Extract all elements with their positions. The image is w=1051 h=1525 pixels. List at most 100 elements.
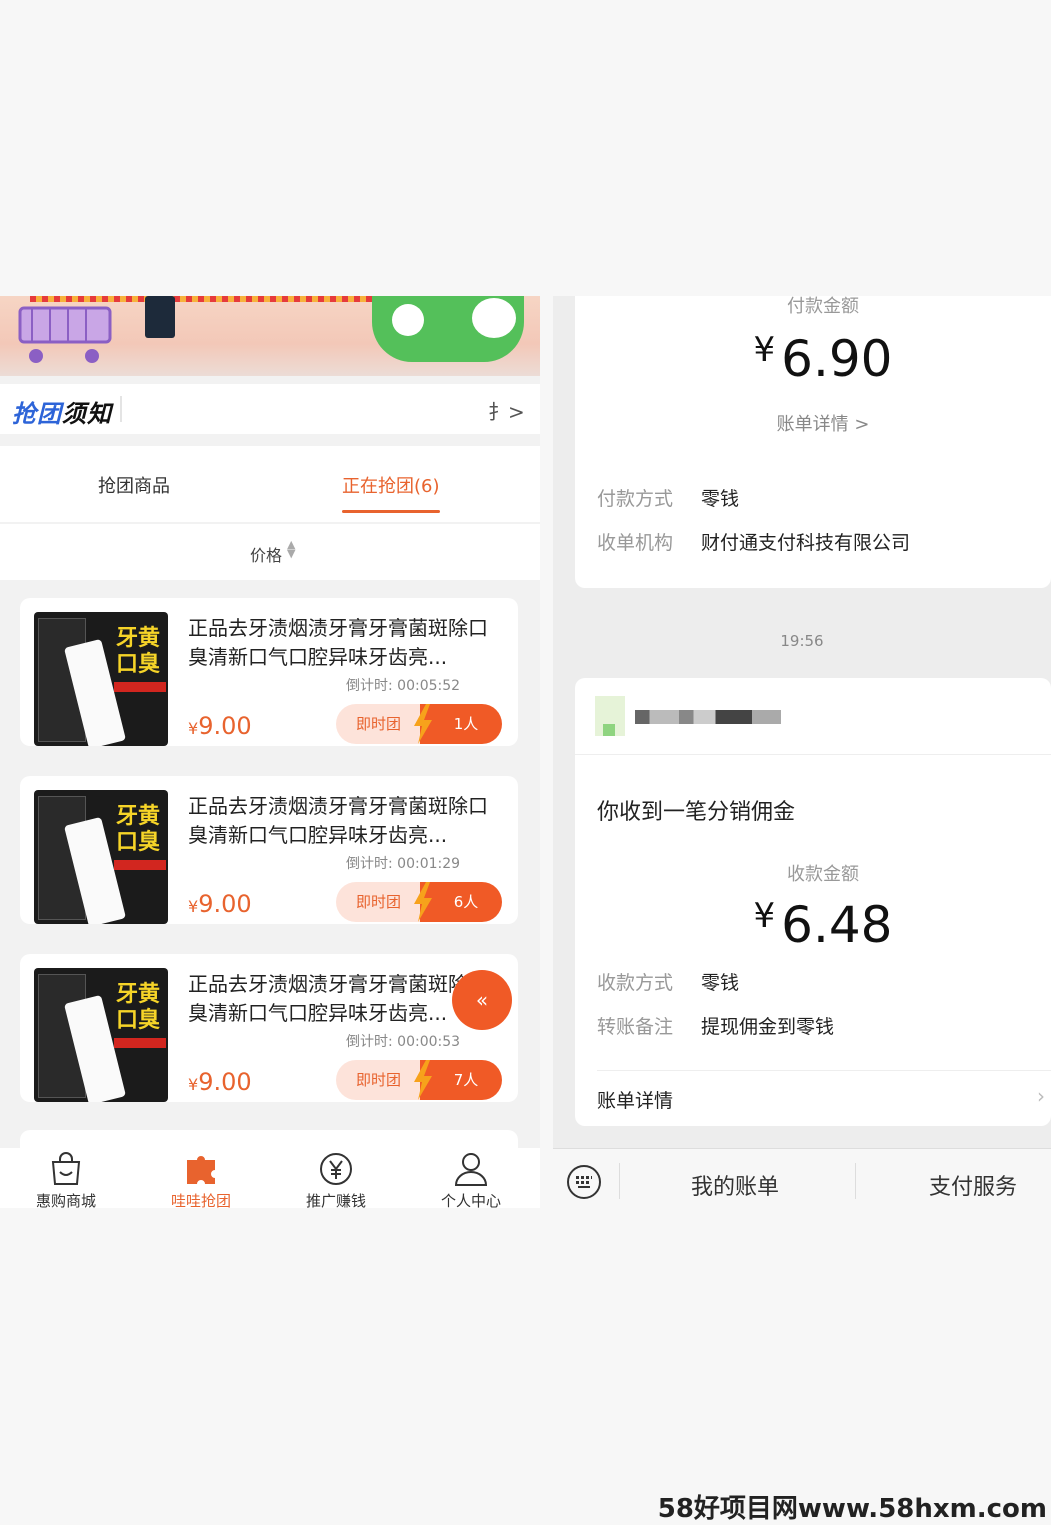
product-thumbnail[interactable]: 牙黄 口臭 — [34, 968, 168, 1102]
tab-ongoing[interactable]: 正在抢团(6) — [342, 472, 440, 498]
frog-mascot — [372, 296, 524, 362]
notice-title-blue: 抢团 — [12, 400, 62, 428]
product-price: ¥9.00 — [188, 890, 252, 918]
price-value: 9.00 — [198, 890, 252, 918]
amount-value: 6.48 — [781, 896, 893, 954]
group-buy-notice-bar[interactable]: 抢团须知 扌> — [0, 384, 540, 434]
remark-label: 转账备注 — [597, 1016, 674, 1038]
currency-symbol: ¥ — [753, 330, 776, 370]
price-value: 9.00 — [198, 712, 252, 740]
chat-bottom-menu: 我的账单 支付服务 — [553, 1148, 1051, 1208]
notice-title: 抢团须知 — [12, 394, 112, 429]
product-price: ¥9.00 — [188, 712, 252, 740]
group-buy-app-screen: 抢团须知 扌> 抢团商品 正在抢团(6) 价格 ▲ ▼ 牙黄 口臭 正品去牙渍烟渍牙… — [0, 296, 540, 1208]
divider — [619, 1163, 620, 1199]
promo-banner[interactable] — [0, 296, 540, 376]
remark-value: 提现佣金到零钱 — [701, 1016, 835, 1038]
payment-method-label: 付款方式 — [597, 488, 674, 510]
thumbnail-badge — [114, 1038, 166, 1048]
merchant-label: 收单机构 — [597, 532, 674, 554]
nav-item-profile[interactable]: 个人中心 — [421, 1148, 521, 1208]
lightning-icon — [414, 1060, 432, 1100]
sort-bar: 价格 ▲ ▼ — [0, 524, 540, 580]
thumbnail-text: 牙黄 口臭 — [116, 804, 161, 855]
currency-symbol: ¥ — [188, 897, 199, 916]
puzzle-icon — [187, 1156, 215, 1184]
phone-illustration — [145, 296, 175, 338]
lightning-icon — [414, 882, 432, 922]
product-title[interactable]: 正品去牙渍烟渍牙膏牙膏菌斑除口臭清新口气口腔异味牙齿亮... — [188, 614, 502, 672]
payment-amount: ¥6.90 — [575, 330, 1051, 388]
countdown-timer: 倒计时: 00:05:52 — [346, 678, 461, 694]
received-amount: ¥6.48 — [575, 896, 1051, 954]
price-value: 9.00 — [198, 1068, 252, 1096]
menu-my-bills[interactable]: 我的账单 — [691, 1169, 779, 1201]
thumbnail-text: 牙黄 口臭 — [116, 626, 161, 677]
shopping-cart-illustration — [18, 306, 112, 363]
nav-label: 个人中心 — [440, 1192, 501, 1208]
divider — [120, 396, 122, 422]
currency-symbol: ¥ — [188, 719, 199, 738]
notice-title-black: 须知 — [62, 400, 112, 428]
nav-item-mall[interactable]: 惠购商城 — [16, 1148, 116, 1208]
divider — [597, 1070, 1051, 1071]
menu-pay-service[interactable]: 支付服务 — [929, 1169, 1017, 1201]
amount-value: 6.90 — [781, 330, 893, 388]
keyboard-icon[interactable] — [567, 1165, 601, 1199]
nav-item-promote[interactable]: 推广赚钱 — [286, 1148, 386, 1208]
payment-amount-label: 付款金额 — [787, 296, 859, 317]
notice-more-icon[interactable]: 扌> — [488, 396, 525, 425]
currency-symbol: ¥ — [188, 1075, 199, 1094]
payment-method-value: 零钱 — [701, 488, 740, 510]
nav-label: 推广赚钱 — [305, 1192, 366, 1208]
nav-label: 惠购商城 — [35, 1192, 96, 1208]
thumbnail-badge — [114, 682, 166, 692]
chevron-right-icon[interactable]: › — [1037, 1084, 1045, 1108]
site-watermark: 58好项目网www.58hxm.com — [657, 1494, 1047, 1524]
message-title: 你收到一笔分销佣金 — [597, 800, 796, 825]
currency-symbol: ¥ — [753, 896, 776, 936]
divider — [855, 1163, 856, 1199]
sender-avatar[interactable] — [595, 696, 625, 736]
person-icon — [454, 1153, 488, 1186]
commission-message-card[interactable]: 你收到一笔分销佣金 收款金额 ¥6.48 收款方式 零钱 转账备注 提现佣金到零… — [575, 678, 1051, 1126]
receive-method-value: 零钱 — [701, 972, 740, 994]
bill-detail-row[interactable]: 账单详情 — [597, 1086, 673, 1113]
sort-price-button[interactable]: 价格 — [250, 542, 282, 566]
sender-name-blurred — [635, 710, 781, 724]
product-thumbnail[interactable]: 牙黄 口臭 — [34, 790, 168, 924]
product-title[interactable]: 正品去牙渍烟渍牙膏牙膏菌斑除口臭清新口气口腔异味牙齿亮... — [188, 792, 502, 850]
sort-updown-icon[interactable]: ▲ ▼ — [287, 539, 295, 559]
wechat-pay-screen: 付款金额 ¥6.90 账单详情 > 付款方式 零钱 收单机构 财付通支付科技有限… — [553, 296, 1051, 1208]
yen-coin-icon — [320, 1153, 352, 1185]
merchant-value: 财付通支付科技有限公司 — [701, 532, 911, 554]
product-thumbnail[interactable]: 牙黄 口臭 — [34, 612, 168, 746]
bill-detail-link[interactable]: 账单详情 > — [575, 410, 1051, 436]
countdown-timer: 倒计时: 00:00:53 — [346, 1034, 461, 1050]
mascot-eye — [472, 298, 516, 338]
divider — [575, 754, 1051, 755]
shopping-bag-icon — [51, 1152, 81, 1185]
active-tab-indicator — [342, 510, 440, 513]
product-card[interactable]: 牙黄 口臭 正品去牙渍烟渍牙膏牙膏菌斑除口臭清新口气口腔异味牙齿亮... 倒计时:… — [20, 954, 518, 1102]
bottom-nav: 惠购商城 哇哇抢团 推广赚钱 个人中心 — [0, 1148, 540, 1208]
join-group-button[interactable]: 即时团 6人 — [336, 882, 502, 922]
received-amount-label: 收款金额 — [787, 864, 859, 885]
nav-label: 哇哇抢团 — [170, 1192, 231, 1208]
product-card[interactable]: 牙黄 口臭 正品去牙渍烟渍牙膏牙膏菌斑除口臭清新口气口腔异味牙齿亮... 倒计时:… — [20, 776, 518, 924]
floating-action-button[interactable]: « — [452, 970, 512, 1030]
lightning-icon — [414, 704, 432, 744]
countdown-timer: 倒计时: 00:01:29 — [346, 856, 461, 872]
thumbnail-badge — [114, 860, 166, 870]
join-group-button[interactable]: 即时团 1人 — [336, 704, 502, 744]
tab-group-goods[interactable]: 抢团商品 — [98, 472, 170, 498]
avatar-detail — [603, 724, 615, 736]
nav-item-group-buy[interactable]: 哇哇抢团 — [151, 1148, 251, 1208]
mascot-eye — [392, 304, 424, 336]
tab-bar: 抢团商品 正在抢团(6) — [0, 446, 540, 522]
product-card[interactable]: 牙黄 口臭 正品去牙渍烟渍牙膏牙膏菌斑除口臭清新口气口腔异味牙齿亮... 倒计时:… — [20, 598, 518, 746]
join-group-button[interactable]: 即时团 7人 — [336, 1060, 502, 1100]
thumbnail-text: 牙黄 口臭 — [116, 982, 161, 1033]
message-timestamp: 19:56 — [780, 632, 824, 650]
receive-method-label: 收款方式 — [597, 972, 674, 994]
